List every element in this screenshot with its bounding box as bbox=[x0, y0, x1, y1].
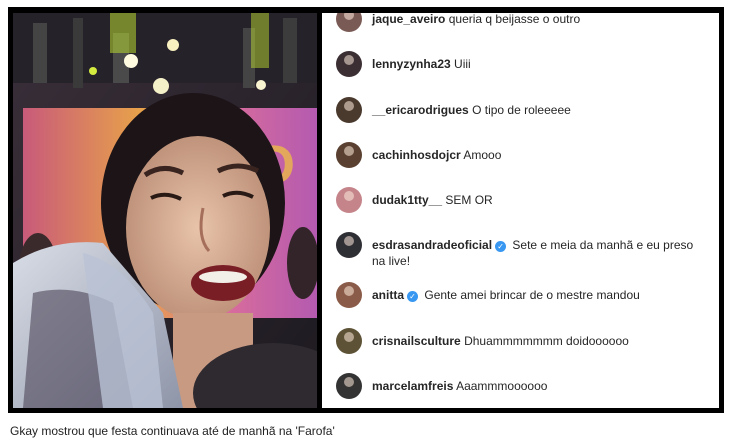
avatar[interactable] bbox=[336, 13, 362, 32]
verified-badge-icon: ✓ bbox=[407, 291, 419, 302]
comment-item: __ericarodrigues O tipo de roleeeee bbox=[336, 97, 711, 123]
comment-item: anitta ✓ Gente amei brincar de o mestre m… bbox=[336, 282, 711, 308]
comment-text-block: lennyzynha23 Uiii bbox=[372, 56, 471, 72]
comment-username[interactable]: esdrasandradeoficial bbox=[372, 238, 492, 252]
avatar[interactable] bbox=[336, 282, 362, 308]
avatar[interactable] bbox=[336, 232, 362, 258]
comment-text-block: esdrasandradeoficial ✓ Sete e meia da man… bbox=[372, 237, 702, 269]
comment-item: crisnailsculture Dhuammmmmmm doidoooooo bbox=[336, 328, 711, 354]
comment-message: Aaammmoooooo bbox=[456, 379, 548, 393]
comment-item: jaque_aveiro queria q beijasse o outro bbox=[336, 13, 711, 32]
comment-message: queria q beijasse o outro bbox=[448, 13, 581, 26]
comment-message: Uiii bbox=[454, 57, 471, 71]
comment-text-block: dudak1tty__ SEM OR bbox=[372, 192, 493, 208]
live-comments-panel: jaque_aveiro queria q beijasse o outro l… bbox=[322, 13, 719, 408]
comment-username[interactable]: __ericarodrigues bbox=[372, 103, 469, 117]
comment-message: Amooo bbox=[463, 148, 502, 162]
comment-text-block: marcelamfreis Aaammmoooooo bbox=[372, 378, 547, 394]
comment-text-block: jaque_aveiro queria q beijasse o outro bbox=[372, 13, 580, 27]
comment-message: O tipo de roleeeee bbox=[472, 103, 571, 117]
comment-item: lennyzynha23 Uiii bbox=[336, 51, 711, 77]
avatar[interactable] bbox=[336, 328, 362, 354]
comment-username[interactable]: anitta bbox=[372, 288, 404, 302]
avatar[interactable] bbox=[336, 97, 362, 123]
verified-badge-icon: ✓ bbox=[495, 241, 507, 252]
avatar[interactable] bbox=[336, 51, 362, 77]
comment-text-block: __ericarodrigues O tipo de roleeeee bbox=[372, 102, 571, 118]
image-caption: Gkay mostrou que festa continuava até de… bbox=[10, 424, 335, 438]
live-video-frame-image: A O bbox=[13, 13, 317, 408]
comment-username[interactable]: crisnailsculture bbox=[372, 334, 461, 348]
comment-text-block: anitta ✓ Gente amei brincar de o mestre m… bbox=[372, 287, 640, 303]
comment-username[interactable]: lennyzynha23 bbox=[372, 57, 451, 71]
comment-username[interactable]: dudak1tty__ bbox=[372, 193, 442, 207]
comment-item: marcelamfreis Aaammmoooooo bbox=[336, 373, 711, 399]
avatar[interactable] bbox=[336, 373, 362, 399]
comment-username[interactable]: cachinhosdojcr bbox=[372, 148, 461, 162]
live-video[interactable]: A O bbox=[13, 13, 317, 408]
comment-text-block: crisnailsculture Dhuammmmmmm doidoooooo bbox=[372, 333, 629, 349]
comment-message: SEM OR bbox=[445, 193, 493, 207]
comment-username[interactable]: marcelamfreis bbox=[372, 379, 453, 393]
comment-item: cachinhosdojcr Amooo bbox=[336, 142, 711, 168]
comment-item: esdrasandradeoficial ✓ Sete e meia da man… bbox=[336, 232, 711, 269]
comment-text-block: cachinhosdojcr Amooo bbox=[372, 147, 501, 163]
comment-item: dudak1tty__ SEM OR bbox=[336, 187, 711, 213]
comment-message: Gente amei brincar de o mestre mandou bbox=[424, 288, 640, 302]
comment-message: Dhuammmmmmm doidoooooo bbox=[464, 334, 629, 348]
comment-username[interactable]: jaque_aveiro bbox=[372, 13, 445, 26]
avatar[interactable] bbox=[336, 187, 362, 213]
avatar[interactable] bbox=[336, 142, 362, 168]
